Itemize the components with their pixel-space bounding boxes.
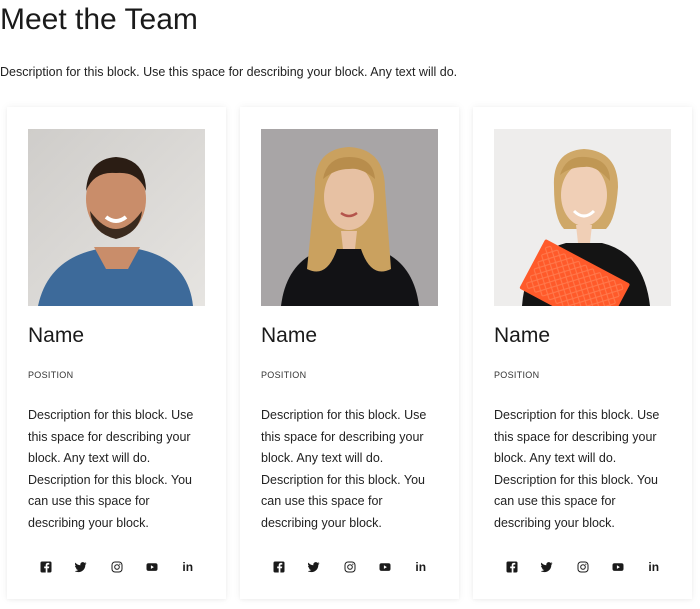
linkedin-icon[interactable]: in	[636, 559, 672, 575]
facebook-icon[interactable]	[261, 559, 297, 575]
member-position: POSITION	[494, 370, 540, 380]
facebook-icon[interactable]	[28, 559, 64, 575]
youtube-icon[interactable]	[135, 559, 171, 575]
intro-description: Description for this block. Use this spa…	[0, 65, 458, 79]
page-title: Meet the Team	[0, 3, 198, 36]
instagram-icon[interactable]	[99, 559, 135, 575]
member-photo	[261, 129, 438, 306]
twitter-icon[interactable]	[530, 559, 566, 575]
member-name: Name	[494, 324, 551, 347]
member-photo-image	[261, 129, 438, 306]
member-position: POSITION	[261, 370, 307, 380]
instagram-icon[interactable]	[332, 559, 368, 575]
member-description: Description for this block. Use this spa…	[261, 408, 427, 530]
team-card: Name POSITION Description for this block…	[7, 107, 226, 599]
member-photo	[28, 129, 205, 306]
member-name: Name	[28, 324, 85, 347]
team-card: Name POSITION Description for this block…	[473, 107, 692, 599]
team-cards: Name POSITION Description for this block…	[7, 107, 692, 599]
social-links: in	[494, 559, 672, 575]
instagram-icon[interactable]	[565, 559, 601, 575]
linkedin-icon[interactable]: in	[170, 559, 206, 575]
facebook-icon[interactable]	[494, 559, 530, 575]
member-photo	[494, 129, 671, 306]
youtube-icon[interactable]	[368, 559, 404, 575]
member-name: Name	[261, 324, 318, 347]
member-description: Description for this block. Use this spa…	[28, 408, 194, 530]
member-photo-image	[28, 129, 205, 306]
member-position: POSITION	[28, 370, 74, 380]
team-card: Name POSITION Description for this block…	[240, 107, 459, 599]
youtube-icon[interactable]	[601, 559, 637, 575]
member-photo-image	[494, 129, 671, 306]
linkedin-icon[interactable]: in	[403, 559, 439, 575]
twitter-icon[interactable]	[64, 559, 100, 575]
twitter-icon[interactable]	[297, 559, 333, 575]
social-links: in	[261, 559, 439, 575]
member-description: Description for this block. Use this spa…	[494, 408, 660, 530]
social-links: in	[28, 559, 206, 575]
